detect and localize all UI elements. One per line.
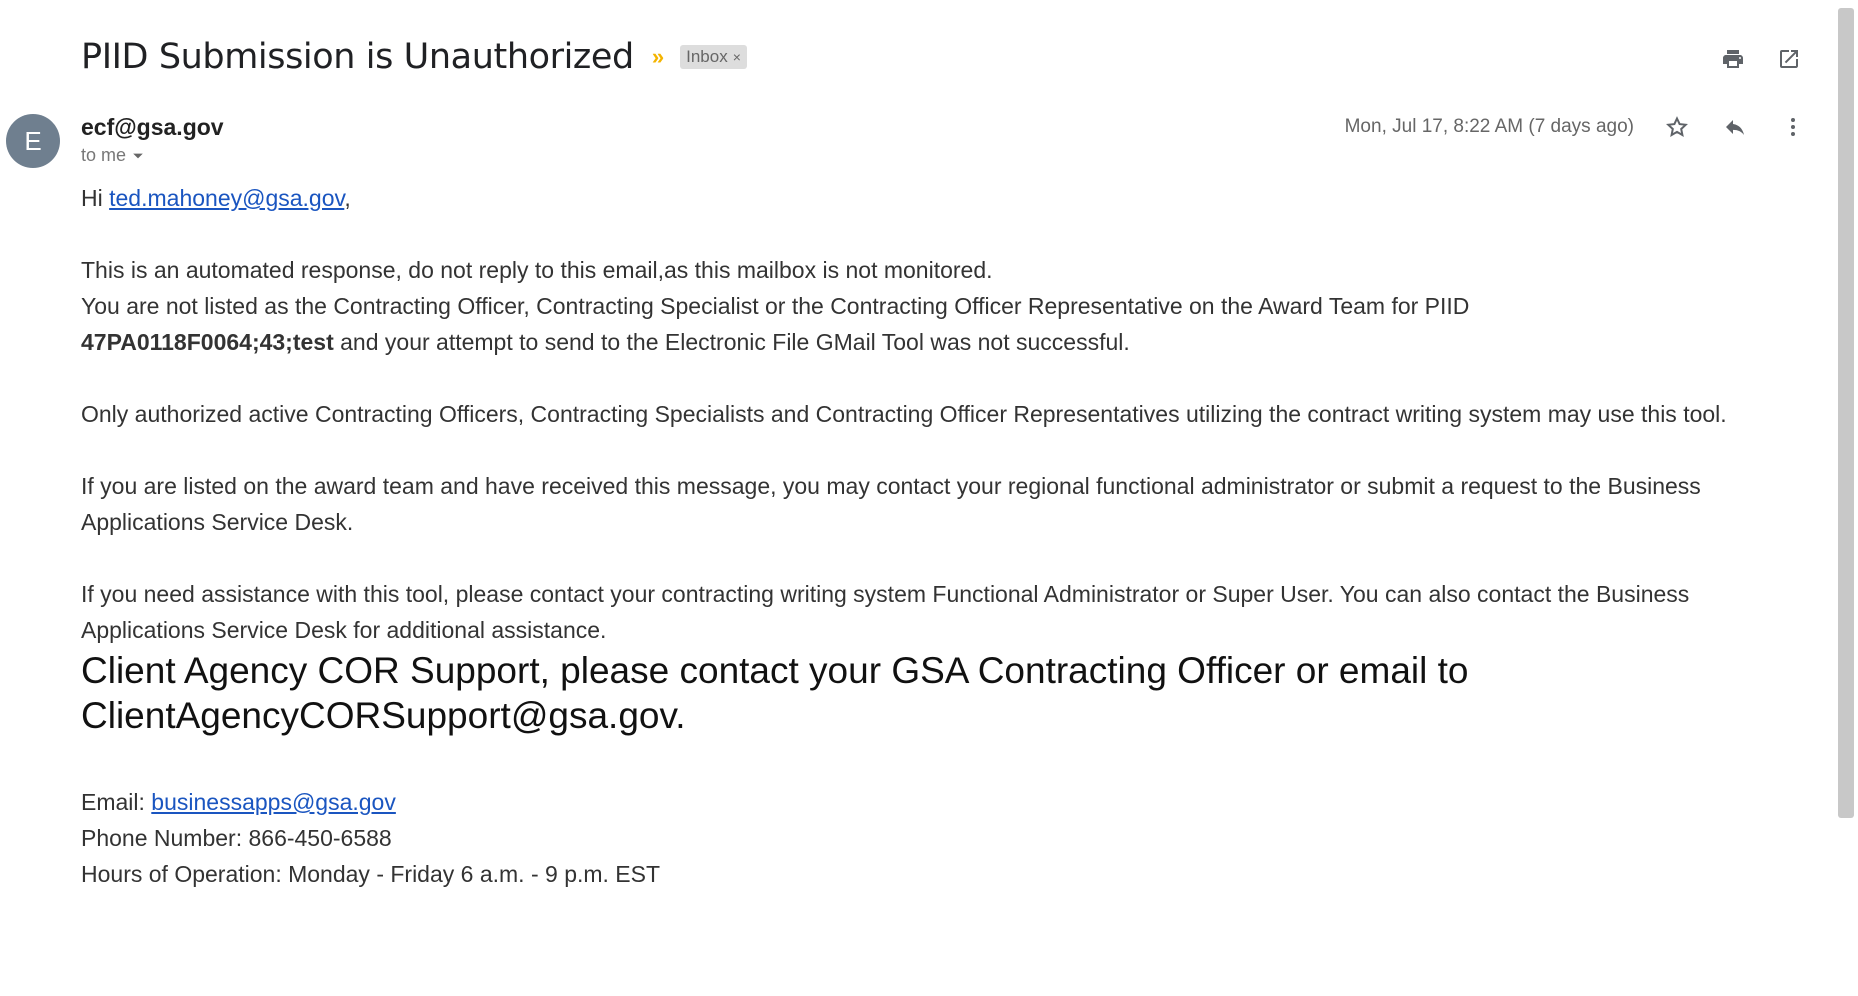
more-vert-icon[interactable] [1778,112,1808,142]
email-subject: PIID Submission is Unauthorized [81,37,634,77]
open-in-new-window-icon[interactable] [1774,44,1804,74]
scrollbar[interactable] [1838,8,1854,818]
greeting-suffix: , [344,185,351,211]
authorized-users-paragraph: Only authorized active Contracting Offic… [81,401,1727,427]
message-meta: Mon, Jul 17, 8:22 AM (7 days ago) [1345,112,1808,142]
thread-actions [1718,44,1804,74]
cor-support-notice: Client Agency COR Support, please contac… [81,650,1469,736]
chevron-down-icon[interactable] [132,150,144,162]
award-team-paragraph: If you are listed on the award team and … [81,473,1701,535]
sender-email[interactable]: ecf@gsa.gov [81,114,224,141]
remove-label-icon[interactable]: × [733,49,741,65]
recipient-line[interactable]: to me [81,145,144,166]
print-icon[interactable] [1718,44,1748,74]
phone-number: Phone Number: 866-450-6588 [81,825,392,851]
piid-line-rest: and your attempt to send to the Electron… [333,329,1130,355]
contact-email-line: Email: businessapps@gsa.gov [81,784,1801,820]
reply-icon[interactable] [1720,112,1750,142]
inbox-label-chip[interactable]: Inbox × [680,45,747,69]
label-text: Inbox [686,47,728,66]
automated-notice: This is an automated response, do not re… [81,257,993,283]
not-listed-notice: You are not listed as the Contracting Of… [81,293,1470,319]
star-icon[interactable] [1662,112,1692,142]
piid-line: 47PA0118F0064;43;test and your attempt t… [81,324,1801,360]
contact-info: Email: businessapps@gsa.gov Phone Number… [81,784,1801,892]
email-label: Email: [81,789,152,815]
greeting-email-link[interactable]: ted.mahoney@gsa.gov [109,185,344,211]
assistance-paragraph: If you need assistance with this tool, p… [81,581,1690,643]
email-body: Hi ted.mahoney@gsa.gov, This is an autom… [81,180,1801,892]
importance-marker-icon[interactable]: » [652,44,664,70]
hours-of-operation: Hours of Operation: Monday - Friday 6 a.… [81,861,661,887]
subject-row: PIID Submission is Unauthorized » Inbox … [81,30,747,84]
business-apps-email-link[interactable]: businessapps@gsa.gov [151,789,396,815]
greeting-prefix: Hi [81,185,110,211]
recipient-text: to me [81,145,127,165]
email-view: PIID Submission is Unauthorized » Inbox … [0,0,1858,996]
piid-value: 47PA0118F0064;43;test [81,329,334,355]
greeting: Hi ted.mahoney@gsa.gov, [81,180,1801,216]
email-date: Mon, Jul 17, 8:22 AM (7 days ago) [1344,116,1634,137]
avatar: E [6,114,60,168]
